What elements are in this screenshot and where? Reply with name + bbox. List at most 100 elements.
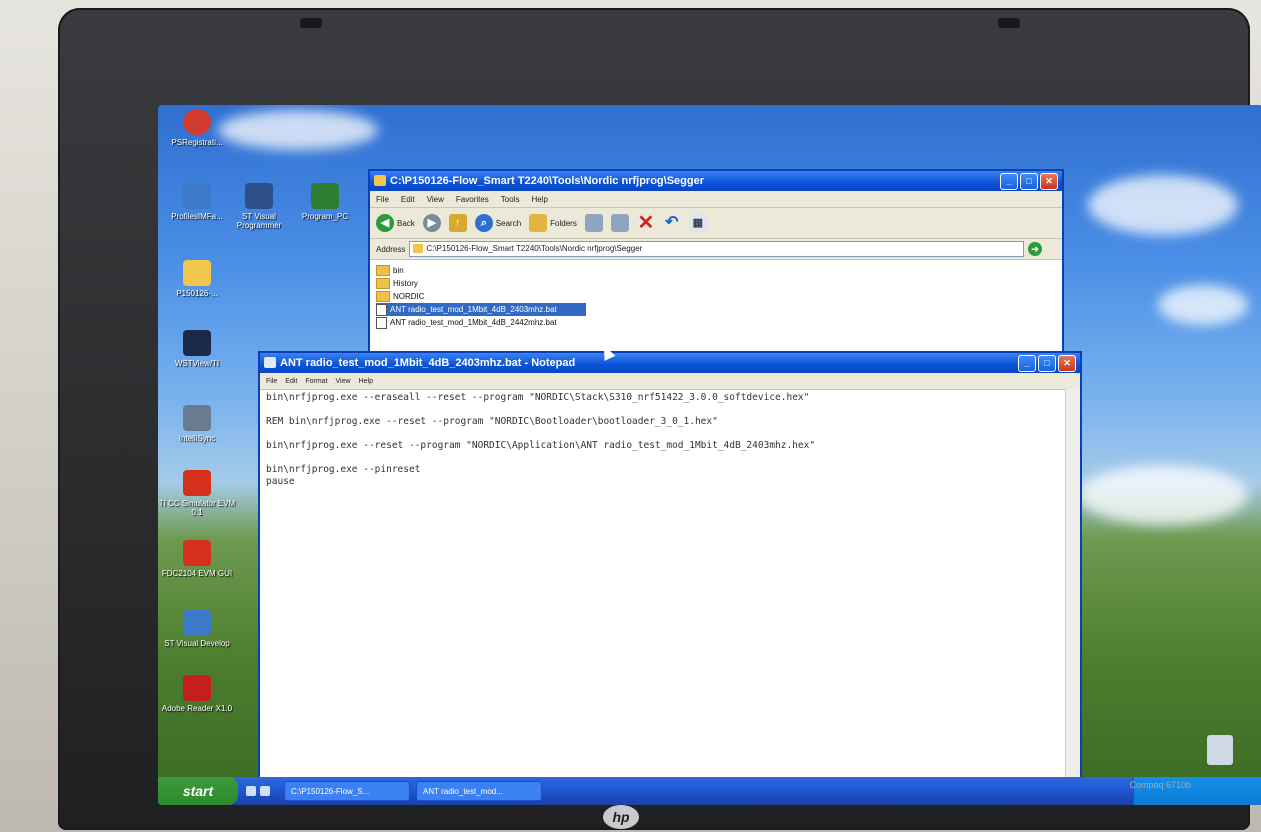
menu-edit[interactable]: Edit (285, 378, 297, 385)
explorer-title: C:\P150126-Flow_Smart T2240\Tools\Nordic… (390, 175, 704, 187)
text-line: bin\nrfjprog.exe --pinreset (266, 464, 421, 475)
folders-icon (529, 214, 548, 232)
file-list: bin History NORDIC ANT radio_test_mod_1M… (370, 260, 1062, 333)
folder-icon (376, 278, 390, 289)
menu-tools[interactable]: Tools (501, 195, 520, 204)
minimize-button[interactable]: _ (1018, 355, 1036, 372)
app-icon (183, 610, 211, 636)
recycle-bin-icon[interactable] (1207, 735, 1233, 765)
menu-view[interactable]: View (336, 378, 351, 385)
minimize-button[interactable]: _ (1000, 173, 1018, 190)
file-item[interactable]: bin (376, 264, 1056, 277)
desktop-icon-label: PSRegistrati... (171, 138, 223, 147)
notepad-titlebar[interactable]: ANT radio_test_mod_1Mbit_4dB_2403mhz.bat… (260, 353, 1080, 373)
batch-file-icon (376, 316, 387, 329)
app-icon (311, 183, 339, 209)
app-icon (183, 405, 211, 431)
folder-icon (413, 244, 424, 253)
menu-format[interactable]: Format (305, 378, 327, 385)
views-icon[interactable]: ▦ (688, 214, 707, 232)
file-name: History (393, 279, 418, 288)
file-name: ANT radio_test_mod_1Mbit_4dB_2403mhz.bat (390, 305, 557, 314)
taskbar-item-explorer[interactable]: C:\P150126-Flow_S... (284, 781, 410, 801)
address-field[interactable]: C:\P150126-Flow_Smart T2240\Tools\Nordic… (409, 241, 1024, 257)
close-button[interactable]: ✕ (1040, 173, 1058, 190)
bezel-latch-right (998, 18, 1020, 28)
desktop-icon-label: Program_PC (301, 212, 349, 221)
ti-logo-icon (183, 540, 211, 566)
desktop-icon[interactable]: FDC2104 EVM GUI (158, 540, 236, 578)
app-icon (183, 109, 211, 135)
up-folder-button[interactable]: ↑ (448, 214, 467, 232)
explorer-titlebar[interactable]: C:\P150126-Flow_Smart T2240\Tools\Nordic… (370, 171, 1062, 191)
address-label: Address (376, 244, 406, 254)
cloud (1078, 465, 1248, 525)
task-label: ANT radio_test_mod... (423, 786, 503, 796)
app-icon (245, 183, 273, 209)
text-line: bin\nrfjprog.exe --eraseall --reset --pr… (266, 392, 810, 403)
go-icon[interactable]: ➜ (1028, 242, 1042, 256)
folder-icon (183, 260, 211, 286)
back-button[interactable]: ◀ Back (376, 214, 415, 232)
menu-edit[interactable]: Edit (401, 195, 415, 204)
menu-help[interactable]: Help (359, 378, 373, 385)
desktop-icon-label: FDC2104 EVM GUI (161, 569, 233, 578)
hp-logo-text: hp (612, 809, 630, 825)
maximize-button[interactable]: □ (1038, 355, 1056, 372)
vertical-scrollbar[interactable] (1065, 389, 1080, 805)
file-item[interactable]: ANT radio_test_mod_1Mbit_4dB_2442mhz.bat (376, 316, 1056, 329)
desktop-icon[interactable]: TI CC Simulator EVM 0.1 (158, 470, 236, 517)
start-label: start (182, 783, 214, 799)
desktop-icon[interactable]: Adobe Reader X1.0 (158, 675, 236, 713)
hp-logo: hp (603, 805, 639, 829)
desktop-icon[interactable]: Program_PC (286, 183, 364, 221)
menu-help[interactable]: Help (531, 195, 547, 204)
folders-button[interactable]: Folders (529, 214, 577, 232)
move-to-icon[interactable] (584, 214, 603, 232)
desktop-icon[interactable]: WSTView/TI (158, 330, 236, 368)
cloud (1088, 175, 1238, 235)
taskbar-item-notepad[interactable]: ANT radio_test_mod... (416, 781, 542, 801)
copy-to-icon[interactable] (610, 214, 629, 232)
text-line (266, 452, 1074, 464)
desktop-icon-label: Adobe Reader X1.0 (161, 704, 233, 713)
file-item[interactable]: NORDIC (376, 290, 1056, 303)
desktop-icon[interactable]: P150126-... (158, 260, 236, 298)
desktop-icon[interactable]: IntelliSync (158, 405, 236, 443)
notepad-window[interactable]: ANT radio_test_mod_1Mbit_4dB_2403mhz.bat… (258, 351, 1082, 805)
menu-file[interactable]: File (266, 378, 277, 385)
start-button[interactable]: start (158, 777, 238, 805)
notepad-menubar: File Edit Format View Help (260, 373, 1080, 390)
desktop-icon[interactable]: ST Visual Develop (158, 610, 236, 648)
address-value: C:\P150126-Flow_Smart T2240\Tools\Nordic… (426, 244, 643, 253)
search-label: Search (495, 218, 522, 228)
menu-file[interactable]: File (376, 195, 389, 204)
back-arrow-icon: ◀ (376, 214, 394, 232)
menu-favorites[interactable]: Favorites (456, 195, 489, 204)
notepad-text-area[interactable]: bin\nrfjprog.exe --eraseall --reset --pr… (260, 390, 1080, 490)
bezel-latch-left (300, 18, 322, 28)
back-label: Back (397, 218, 415, 228)
quick-launch-icon[interactable] (260, 786, 270, 796)
quick-launch-icon[interactable] (246, 786, 256, 796)
close-button[interactable]: ✕ (1058, 355, 1076, 372)
file-item-selected[interactable]: ANT radio_test_mod_1Mbit_4dB_2403mhz.bat (376, 303, 586, 316)
quick-launch (238, 786, 278, 796)
search-icon: ⌕ (474, 214, 493, 232)
text-line (266, 428, 1074, 440)
text-line: pause (266, 476, 295, 487)
delete-icon[interactable]: ✕ (637, 213, 655, 233)
laptop-model-label: Compaq 6710b (1129, 780, 1191, 790)
desktop-icon[interactable]: PSRegistrati... (158, 109, 236, 147)
forward-button[interactable]: ▶ (422, 214, 441, 232)
search-button[interactable]: ⌕ Search (474, 214, 522, 232)
file-item[interactable]: History (376, 277, 1056, 290)
folder-icon (376, 265, 390, 276)
maximize-button[interactable]: □ (1020, 173, 1038, 190)
app-icon (183, 183, 211, 209)
desktop-icon-label: WSTView/TI (174, 359, 220, 368)
menu-view[interactable]: View (427, 195, 444, 204)
pdf-icon (183, 675, 211, 701)
folder-icon (374, 175, 386, 186)
undo-icon[interactable]: ↶ (663, 214, 681, 232)
